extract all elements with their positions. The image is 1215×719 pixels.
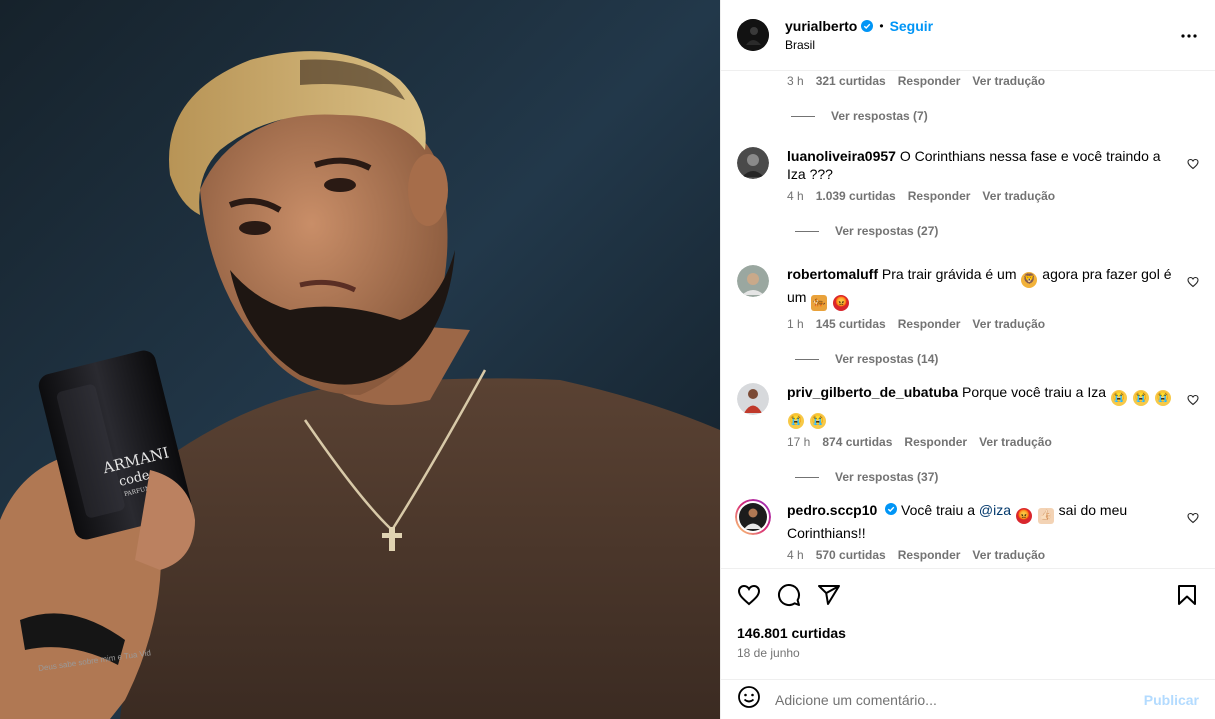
reply-button[interactable]: Responder [904,435,967,449]
reply-button[interactable]: Responder [898,317,961,331]
comment-text: Porque você traiu a Iza [962,384,1107,400]
share-paper-plane-icon[interactable] [817,583,841,612]
comment-meta: 17 h 874 curtidas Responder Ver tradução [787,435,1199,449]
commenter-username[interactable]: pedro.sccp10 [787,502,877,518]
comment-text-part: Pra trair grávida é um [881,266,1017,282]
translate-button[interactable]: Ver tradução [972,548,1045,562]
like-comment-heart-icon[interactable] [1187,393,1199,411]
comment-likes[interactable]: 145 curtidas [816,317,886,331]
comment-item: robertomaluff Pra trair grávida é um 🦁 a… [737,265,1199,366]
post-photo[interactable]: ARMANI code PARFUM Deus sabe sobre mim e… [0,0,720,719]
author-avatar-image [737,19,769,51]
comment-text-part: Você traiu a [901,502,975,518]
angry-face-emoji: 😡 [833,295,850,311]
post-sidebar: yurialberto • Seguir Brasil 3 h 321 curt… [720,0,1215,719]
commenter-avatar[interactable] [737,383,769,415]
crying-face-emoji: 😭 [1110,390,1127,406]
translate-button[interactable]: Ver tradução [972,74,1045,88]
comment-time: 1 h [787,317,804,331]
view-replies-line [795,358,819,360]
comment-time: 4 h [787,189,804,203]
translate-button[interactable]: Ver tradução [979,435,1052,449]
view-replies-label: Ver respostas (14) [835,352,939,366]
post-likes-count[interactable]: 146.801 curtidas [737,625,846,641]
commenter-username[interactable]: priv_gilberto_de_ubatuba [787,384,958,400]
view-replies-label: Ver respostas (7) [831,109,928,123]
verified-badge-icon [885,503,898,515]
commenter-avatar[interactable] [737,147,769,179]
publish-button[interactable]: Publicar [1144,692,1199,708]
view-replies-line [791,115,815,117]
comment-meta: 4 h 1.039 curtidas Responder Ver traduçã… [787,189,1199,203]
follow-button[interactable]: Seguir [890,18,934,34]
comment-meta: 1 h 145 curtidas Responder Ver tradução [787,317,1199,331]
comment-time: 17 h [787,435,811,449]
view-replies-label: Ver respostas (27) [835,224,939,238]
like-comment-heart-icon[interactable] [1187,157,1199,175]
comment-likes[interactable]: 321 curtidas [816,74,886,88]
commenter-avatar[interactable] [737,265,769,297]
author-username[interactable]: yurialberto [785,18,857,34]
commenter-username[interactable]: luanoliveira0957 [787,148,896,164]
comment-bubble-icon[interactable] [777,583,801,612]
comments-list[interactable]: 3 h 321 curtidas Responder Ver tradução … [721,71,1215,568]
like-comment-heart-icon[interactable] [1187,275,1199,293]
like-heart-icon[interactable] [737,583,761,612]
comment-time: 4 h [787,548,804,562]
view-replies-button[interactable]: Ver respostas (37) [795,470,1199,484]
crying-face-emoji: 😭 [788,413,804,429]
comment-likes[interactable]: 570 curtidas [816,548,886,562]
add-comment-bar: Publicar [721,679,1215,719]
view-replies-line [795,476,819,478]
angry-face-emoji: 😡 [1015,508,1032,524]
photo-illustration: ARMANI code PARFUM Deus sabe sobre mim e… [0,0,720,719]
separator-dot: • [879,19,884,33]
reply-button[interactable]: Responder [908,189,971,203]
comment-item: luanoliveira0957 O Corinthians nessa fas… [737,147,1199,238]
mention-link[interactable]: @iza [979,502,1011,518]
comment-meta: 3 h 321 curtidas Responder Ver tradução [787,74,1057,88]
post-dialog: ARMANI code PARFUM Deus sabe sobre mim e… [0,0,1215,719]
view-replies-label: Ver respostas (37) [835,470,939,484]
comment-likes[interactable]: 1.039 curtidas [816,189,896,203]
reply-button[interactable]: Responder [898,548,961,562]
emoji-picker-icon[interactable] [737,685,761,714]
post-actions: 146.801 curtidas 18 de junho [721,568,1215,688]
verified-badge-icon [861,20,874,32]
reply-button[interactable]: Responder [898,74,961,88]
commenter-avatar-story-ring[interactable] [735,499,771,535]
lion-emoji: 🦁 [1021,272,1038,288]
author-avatar[interactable] [737,19,769,51]
like-comment-heart-icon[interactable] [1187,511,1199,529]
translate-button[interactable]: Ver tradução [982,189,1055,203]
more-options-icon[interactable] [1181,24,1197,53]
post-location[interactable]: Brasil [785,38,933,52]
comment-likes[interactable]: 874 curtidas [822,435,892,449]
translate-button[interactable]: Ver tradução [972,317,1045,331]
thumbs-up-emoji: 👍🏻 [1037,508,1054,524]
tiger-emoji: 🐅 [811,295,828,311]
comment-meta: 4 h 570 curtidas Responder Ver tradução [787,548,1199,562]
view-replies-line [795,230,819,232]
save-bookmark-icon[interactable] [1175,583,1199,612]
view-replies-button[interactable]: Ver respostas (27) [795,224,1199,238]
crying-face-emoji: 😭 [1132,390,1149,406]
post-header: yurialberto • Seguir Brasil [721,0,1215,71]
view-replies-button[interactable]: Ver respostas (7) [791,109,928,123]
post-date[interactable]: 18 de junho [737,646,800,660]
view-replies-button[interactable]: Ver respostas (14) [795,352,1199,366]
comment-item: priv_gilberto_de_ubatuba Porque você tra… [737,383,1199,484]
comment-item: pedro.sccp10 Você traiu a @iza 😡 👍🏻 sai … [735,499,1199,562]
crying-face-emoji: 😭 [809,413,826,429]
crying-face-emoji: 😭 [1154,390,1171,406]
commenter-username[interactable]: robertomaluff [787,266,878,282]
comment-input[interactable] [775,691,1144,708]
comment-time: 3 h [787,74,804,88]
